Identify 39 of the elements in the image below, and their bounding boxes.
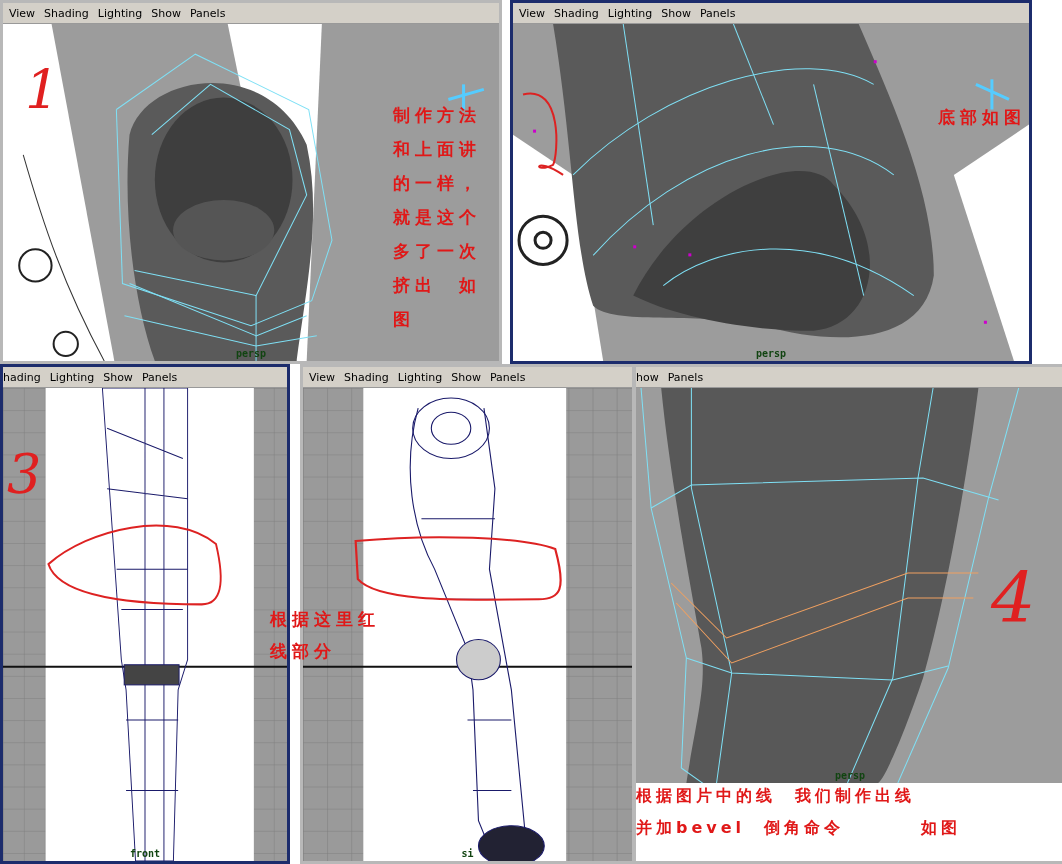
menu-item[interactable]: View [9, 6, 36, 20]
annotation-text: 根据图片中的线 我们制作出线 [636, 785, 917, 807]
menu-item[interactable]: Shading [554, 6, 599, 20]
annotation-text: 底部如图 [938, 106, 1026, 128]
menu-item[interactable]: Show [451, 370, 481, 384]
camera-label: front [129, 848, 161, 859]
annotation-text: 就是这个 [393, 206, 481, 228]
annotation-text: 挤出 如 [393, 274, 481, 296]
annotation-text: 图 [393, 308, 416, 330]
menu-item[interactable]: Lighting [49, 370, 95, 384]
menu-item[interactable]: Show [103, 370, 133, 384]
camera-label: persp [755, 348, 787, 359]
menu-item[interactable]: Show [151, 6, 181, 20]
menu-item[interactable]: Lighting [607, 6, 653, 20]
menu-item[interactable]: Shading [344, 370, 389, 384]
menu-item[interactable]: Panels [699, 6, 736, 20]
menu-item[interactable]: Show [661, 6, 691, 20]
menu-item[interactable]: how [636, 370, 659, 384]
annotation-text: 多了一次 [393, 240, 481, 262]
annotation-text: 并加bevel 倒角命令 如图 [636, 817, 962, 839]
annotation-text: 线部分 [270, 640, 337, 662]
menu-item[interactable]: Lighting [397, 370, 443, 384]
annotation-text: 制作方法 [393, 104, 481, 126]
menu-item[interactable]: Panels [489, 370, 526, 384]
handwritten-number: 1 [25, 64, 60, 118]
menu-item[interactable]: Lighting [97, 6, 143, 20]
menu-item[interactable]: Panels [667, 370, 704, 384]
menu-item[interactable]: View [309, 370, 336, 384]
handwritten-number: 3 [7, 448, 42, 502]
handwritten-number: 4 [991, 563, 1036, 633]
annotation-text: 根据这里红 [270, 608, 380, 630]
menu-item[interactable]: View [519, 6, 546, 20]
menu-item[interactable]: Panels [141, 370, 178, 384]
menu-item[interactable]: Panels [189, 6, 226, 20]
annotation-text: 和上面讲 [393, 138, 481, 160]
menu-item[interactable]: Shading [44, 6, 89, 20]
camera-label: si [461, 848, 474, 859]
annotation-text: 的一样， [393, 172, 481, 194]
menu-item[interactable]: hading [3, 370, 41, 384]
